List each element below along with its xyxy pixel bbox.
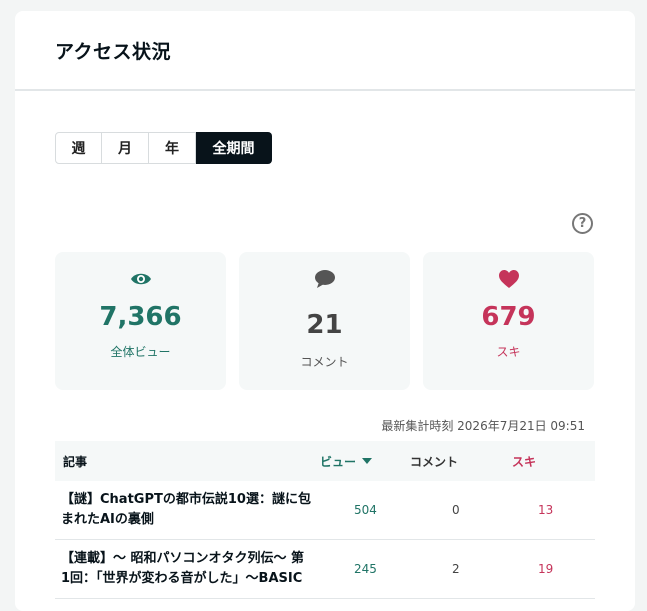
likes-label: スキ [496,345,521,359]
table-row[interactable]: 【連載】〜 昭和パソコンオタク列伝〜 第1回：「世界が変わる音がした」〜BASI… [55,540,595,599]
comments-stat-card: 21 コメント [239,252,410,390]
tab-year[interactable]: 年 [149,132,196,164]
eye-icon [130,269,152,289]
sort-down-icon [362,458,373,464]
stats-row: 7,366 全体ビュー 21 コメント 679 スキ [55,252,594,390]
tab-month[interactable]: 月 [102,132,149,164]
page-title: アクセス状況 [55,40,172,63]
access-status-card: アクセス状況 週 月 年 全期間 ? 7,366 全体ビュー 21 コメント 6… [15,11,635,611]
article-comments: 0 [452,503,460,517]
article-title[interactable]: 【謎】ChatGPTの都市伝説10選：謎に包まれたAIの裏側 [55,490,320,530]
comments-count: 21 [306,310,343,340]
comment-icon [314,269,336,289]
header-views-sort[interactable]: ビュー [320,453,410,470]
views-label: 全体ビュー [110,345,171,359]
article-views: 245 [354,562,377,576]
likes-stat-card: 679 スキ [423,252,594,390]
article-views: 504 [354,503,377,517]
views-count: 7,366 [99,302,182,332]
header-likes[interactable]: スキ [500,453,595,470]
header-comments[interactable]: コメント [410,453,500,470]
header-article: 記事 [63,454,88,469]
article-comments: 2 [452,562,460,576]
article-likes: 19 [538,562,554,576]
header-views-label: ビュー [320,454,357,469]
articles-table: 記事 ビュー コメント スキ 【謎】ChatGPTの都市伝説10選：謎に包まれた… [55,441,595,599]
table-header: 記事 ビュー コメント スキ [55,441,595,481]
last-updated-timestamp: 最新集計時刻 2026年7月21日 09:51 [381,419,585,433]
comments-label: コメント [300,355,349,369]
tab-week[interactable]: 週 [55,132,102,164]
views-stat-card: 7,366 全体ビュー [55,252,226,390]
likes-count: 679 [481,302,536,332]
heart-icon [498,269,520,289]
article-likes: 13 [538,503,554,517]
table-row[interactable]: 【謎】ChatGPTの都市伝説10選：謎に包まれたAIの裏側 504 0 13 [55,481,595,540]
article-title[interactable]: 【連載】〜 昭和パソコンオタク列伝〜 第1回：「世界が変わる音がした」〜BASI… [55,549,320,589]
card-header: アクセス状況 [15,11,635,91]
tab-all-time[interactable]: 全期間 [196,132,272,164]
help-icon[interactable]: ? [572,213,593,234]
period-tabs: 週 月 年 全期間 [55,132,272,164]
